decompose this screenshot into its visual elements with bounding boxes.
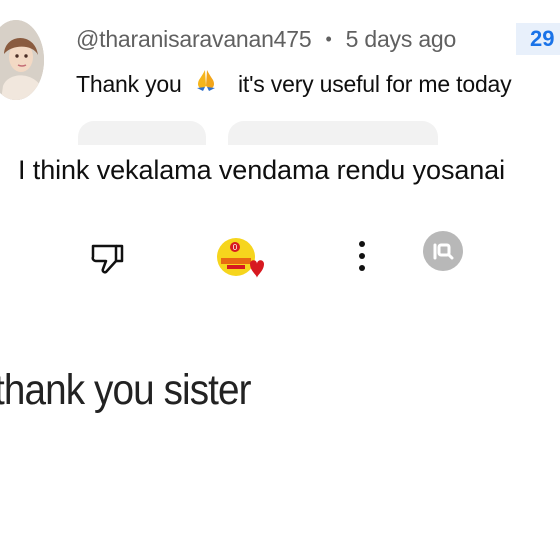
comment-screenshot: @tharanisaravanan475 • 5 days ago 29 Tha… [0, 0, 560, 560]
dislike-icon[interactable] [88, 238, 126, 276]
svg-text:0: 0 [233, 243, 238, 252]
avatar[interactable] [0, 20, 44, 100]
caption-text: thank you sister [0, 366, 252, 414]
reply-chip[interactable] [228, 121, 438, 145]
channel-heart-badge-icon[interactable]: 0 [214, 235, 272, 287]
folded-hands-icon [192, 68, 220, 98]
comment-timestamp: 5 days ago [345, 25, 457, 52]
comment-author[interactable]: @tharanisaravanan475 [76, 26, 312, 53]
avatar-image [0, 20, 44, 100]
comment-body: Thank you it's very useful for me today [76, 68, 512, 98]
reply-chip[interactable] [78, 121, 206, 145]
meta-separator: • [325, 28, 332, 49]
profile-circle-icon[interactable] [422, 230, 464, 272]
count-badge: 29 [516, 23, 560, 55]
comment-text-after: it's very useful for me today [238, 71, 512, 97]
comment-header: @tharanisaravanan475 • 5 days ago [76, 24, 456, 54]
more-vertical-icon[interactable] [352, 238, 372, 274]
reply-text: I think vekalama vendama rendu yosanai [18, 155, 505, 185]
comment-text-before: Thank you [76, 71, 182, 97]
